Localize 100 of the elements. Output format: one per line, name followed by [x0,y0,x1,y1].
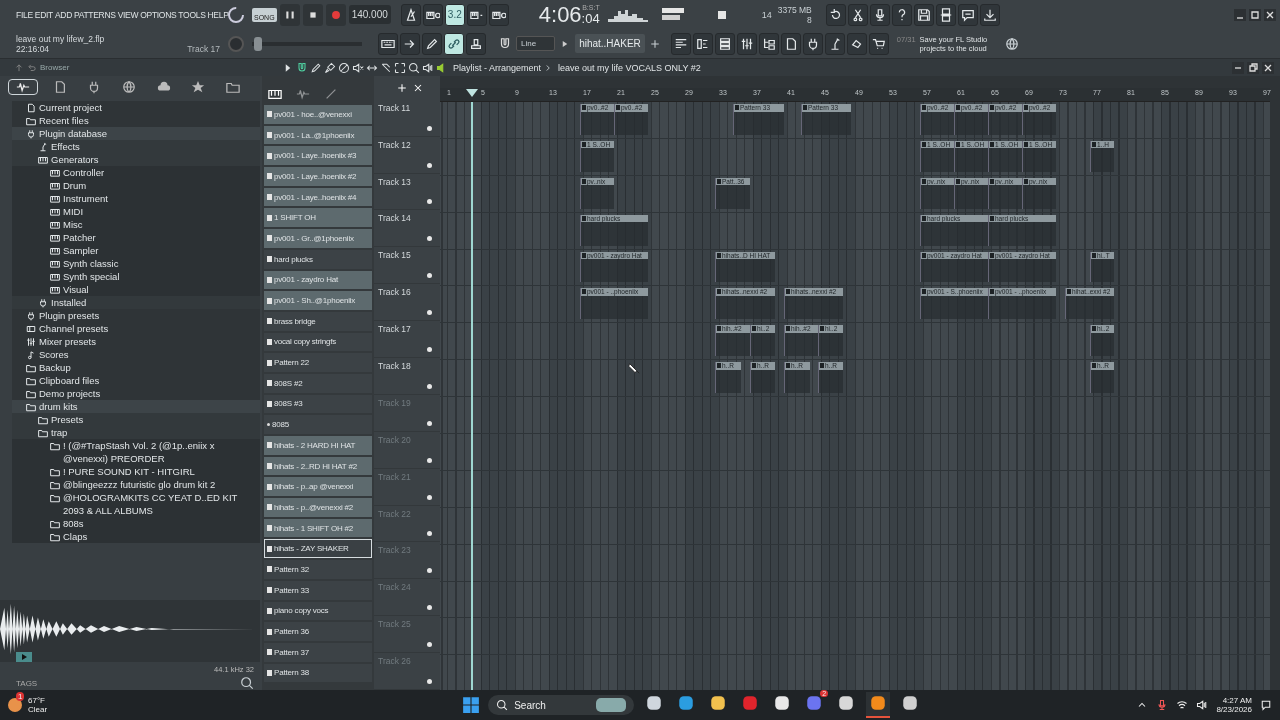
menu-item[interactable]: VIEW [117,9,139,20]
browser-item[interactable]: Scores [39,348,69,361]
notification-icon[interactable] [1260,699,1272,711]
diagonal-line-icon[interactable] [324,87,338,101]
toolbar-button[interactable] [868,32,889,55]
browser-tab[interactable] [8,79,38,95]
arrangement-pattern-name[interactable]: leave out my life VOCALS ONLY #2 [558,62,701,73]
zoom-icon[interactable] [408,61,420,74]
track-dot-icon[interactable] [427,457,432,463]
pattern-item[interactable]: hihats - 1 SHIFT OH #2 [264,518,372,538]
browser-item[interactable]: drum kits [39,400,78,413]
track-dot-icon[interactable] [427,605,432,611]
taskbar-app[interactable] [866,692,891,718]
pattern-item[interactable]: Pattern 38 [264,663,372,683]
browser-item[interactable]: MIDI [63,205,84,218]
pattern-item[interactable]: hard plucks [264,249,372,269]
toolbar-button[interactable] [692,32,713,55]
browser-item[interactable]: Generators [51,153,99,166]
browser-item[interactable]: 808s [63,517,84,530]
pattern-item[interactable]: pv001 - Laye..hoeniix #4 [264,187,372,207]
maximize-icon[interactable] [1249,8,1261,21]
back-arrow-icon[interactable] [27,62,37,73]
pattern-item[interactable]: hihats - 2..RD HI HAT #2 [264,456,372,476]
track-dot-icon[interactable] [427,199,432,205]
browser-item[interactable]: Backup [39,361,71,374]
play-icon[interactable] [16,652,32,662]
pattern-item[interactable]: Pattern 36 [264,622,372,641]
weather-icon[interactable] [8,698,22,712]
toolbar-button[interactable] [824,32,845,55]
track-dot-icon[interactable] [427,273,432,279]
toolbar-button[interactable] [957,3,978,26]
plus-icon[interactable] [396,81,408,94]
menu-item[interactable]: PATTERNS [74,9,116,20]
track-dot-icon[interactable] [427,642,432,648]
track-dot-icon[interactable] [427,383,432,389]
track-dot-icon[interactable] [427,494,432,500]
menu-item[interactable]: FILE [16,9,33,20]
globe-icon[interactable] [1004,36,1019,51]
speaker-mute-icon[interactable] [352,61,364,74]
minimize-icon[interactable] [1232,61,1244,74]
arrow-up-icon[interactable] [14,62,24,73]
toolbar-button[interactable] [846,32,867,55]
pattern-item[interactable]: piano copy vocs [264,601,372,621]
pattern-item[interactable]: 808S #3 [264,394,372,414]
track-dot-icon[interactable] [427,420,432,426]
menu-item[interactable]: OPTIONS [140,9,177,20]
play-pause-button[interactable] [279,3,300,26]
toolbar-button[interactable] [847,3,868,26]
plus-icon[interactable] [648,37,661,50]
track-dot-icon[interactable] [427,162,432,168]
taskbar-clock[interactable]: 4:27 AM 8/23/2026 [1216,696,1252,714]
toolbar-button[interactable] [891,3,912,26]
browser-item[interactable]: Misc [63,218,83,231]
browser-item[interactable]: Effects [51,140,80,153]
countdown-button[interactable]: 3.2 [444,3,465,26]
taskbar-search[interactable]: Search [488,695,635,715]
waveform-icon[interactable] [296,87,310,101]
track-dot-icon[interactable] [427,679,432,684]
toolbar-button[interactable] [802,32,823,55]
track-dot-icon[interactable] [427,125,432,131]
restore-icon[interactable] [1247,61,1259,74]
pattern-item[interactable]: hihats - p..ap @venexxi [264,477,372,497]
track-dot-icon[interactable] [427,236,432,242]
close-icon[interactable] [1262,61,1274,74]
toolbar-button[interactable] [422,3,443,26]
prohibit-icon[interactable] [338,61,350,74]
snap-dropdown[interactable]: Line [516,36,556,51]
toolbar-button[interactable] [422,32,442,55]
magnet-icon[interactable] [296,61,308,74]
toolbar-button[interactable] [378,32,398,55]
browser-item[interactable]: Patcher [63,231,96,244]
pattern-item[interactable]: Pattern 22 [264,353,372,372]
track-dot-icon[interactable] [427,531,432,537]
pattern-item[interactable]: brass bridge [264,311,372,331]
pattern-item[interactable]: Pattern 33 [264,580,372,600]
search-icon[interactable] [240,676,254,690]
browser-item[interactable]: Drum [63,179,87,192]
slider-thumb[interactable] [253,36,262,51]
menu-item[interactable]: ADD [54,9,72,20]
toolbar-button[interactable] [400,32,420,55]
browser-item[interactable]: trap [51,426,68,439]
track-dot-icon[interactable] [427,568,432,574]
pattern-item[interactable]: hihats - ZAY SHAKER [264,539,372,559]
pattern-selector[interactable]: hihat..HAKER [575,34,645,53]
windows-start-icon[interactable] [462,696,481,714]
pattern-item[interactable]: hihats - p..@venexxi #2 [264,498,372,517]
track-dot-icon[interactable] [427,310,432,316]
browser-item[interactable]: Presets [51,413,84,426]
toolbar-button[interactable] [670,32,691,55]
toolbar-button[interactable] [488,3,509,26]
toolbar-button[interactable] [444,32,464,55]
browser-item[interactable]: Installed [51,296,87,309]
toolbar-button[interactable] [869,3,890,26]
pattern-item[interactable]: pv001 - Sh..@1phoeniix [264,291,372,310]
menu-item[interactable]: EDIT [34,9,53,20]
browser-item[interactable]: Instrument [63,192,108,205]
pattern-item[interactable]: 808S #2 [264,373,372,393]
speaker-icon[interactable] [422,61,434,74]
tempo-field[interactable]: 140.000 [348,5,391,24]
toolbar-button[interactable] [466,3,487,26]
